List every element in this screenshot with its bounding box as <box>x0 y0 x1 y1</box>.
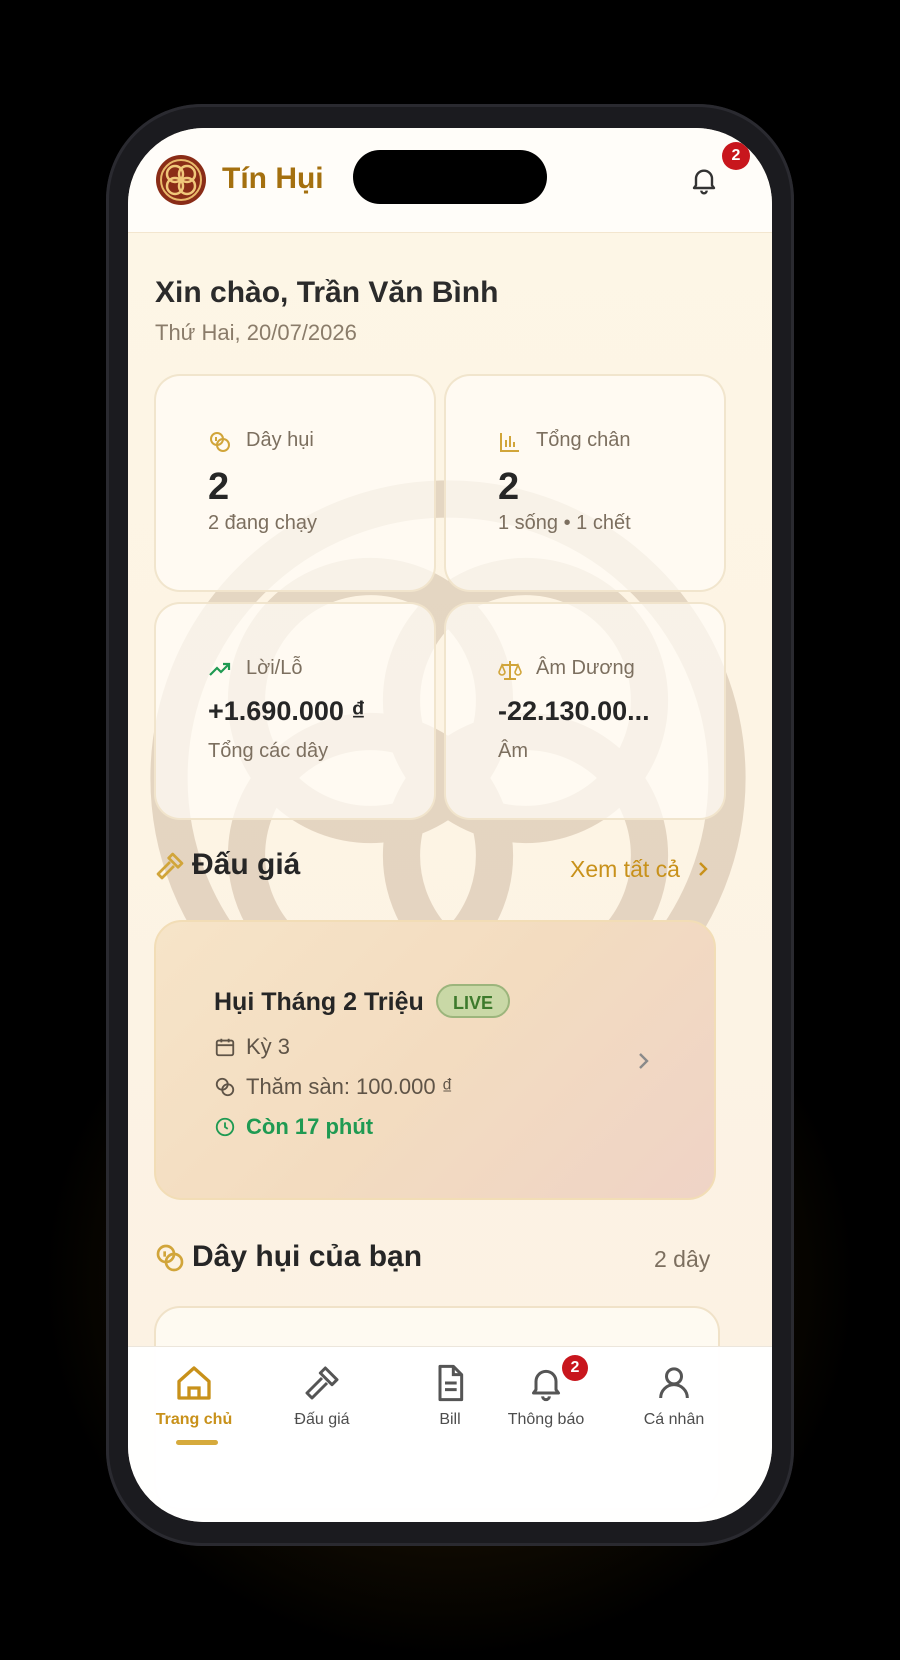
stat-value: +1.690.000 ₫ <box>208 696 366 726</box>
stat-card-balance[interactable]: Âm Dương -22.130.00... Âm <box>444 602 726 820</box>
stat-card-total-slots[interactable]: Tổng chân 2 1 sống • 1 chết <box>444 374 726 592</box>
coins-icon <box>156 1244 184 1272</box>
gavel-icon <box>156 852 184 880</box>
notification-badge: 2 <box>722 142 750 170</box>
my-groups-title: Dây hụi của bạn <box>192 1240 423 1273</box>
tab-profile[interactable]: Cá nhân <box>610 1347 738 1447</box>
stat-card-profit-loss[interactable]: Lời/Lỗ +1.690.000 ₫ Tổng các dây <box>154 602 436 820</box>
notification-bell-icon[interactable] <box>688 164 720 196</box>
bell-icon <box>532 1369 560 1402</box>
auction-section-title: Đấu giá <box>192 848 301 881</box>
calendar-icon <box>215 1038 235 1057</box>
live-badge: LIVE <box>436 984 510 1018</box>
home-icon <box>177 1366 211 1400</box>
auction-title: Hụi Tháng 2 Triệu <box>214 988 424 1016</box>
stat-subtext: Tổng các dây <box>208 740 329 762</box>
see-all-link[interactable]: Xem tất cả <box>570 856 680 883</box>
bar-chart-icon <box>500 433 519 452</box>
greeting-title: Xin chào, Trần Văn Bình <box>155 276 499 309</box>
document-icon <box>438 1364 464 1402</box>
active-tab-indicator <box>176 1440 218 1445</box>
chevron-right-icon[interactable] <box>695 856 713 882</box>
app-screen: Tín Hụi 2 Xin chào, Trần Văn Bình Thứ Ha… <box>128 128 772 1522</box>
tab-notifications[interactable]: 2 Thông báo <box>482 1347 610 1447</box>
stat-label: Âm Dương <box>536 657 635 679</box>
auction-floor-price: Thăm sàn: 100.000 ₫ <box>246 1074 453 1099</box>
notification-badge: 2 <box>562 1355 588 1381</box>
stat-label: Tổng chân <box>536 429 631 451</box>
tab-auction[interactable]: Đấu giá <box>258 1347 386 1447</box>
stat-label: Dây hụi <box>246 429 314 451</box>
clock-icon <box>215 1117 235 1137</box>
bottom-tab-bar: Trang chủ Đấu giá Bill 2 Thông báo Cá nh… <box>128 1346 772 1522</box>
brand-name: Tín Hụi <box>222 162 324 195</box>
auction-time-left: Còn 17 phút <box>246 1114 374 1139</box>
auction-period: Kỳ 3 <box>246 1034 291 1059</box>
stat-value: 2 <box>498 466 520 508</box>
tab-label: Cá nhân <box>643 1411 705 1428</box>
coins-icon <box>210 432 230 452</box>
greeting-date: Thứ Hai, 20/07/2026 <box>155 320 357 345</box>
tab-home[interactable]: Trang chủ <box>130 1347 258 1447</box>
trend-up-icon <box>209 662 231 676</box>
chevron-right-icon <box>639 1053 649 1069</box>
tab-label: Thông báo <box>507 1411 585 1428</box>
stat-value: 2 <box>208 466 230 508</box>
tab-label: Trang chủ <box>155 1411 233 1428</box>
auction-card[interactable]: Hụi Tháng 2 Triệu LIVE Kỳ 3 Thăm sàn: 10… <box>154 920 716 1200</box>
dynamic-island <box>353 150 547 204</box>
tab-label: Đấu giá <box>294 1411 350 1428</box>
user-icon <box>659 1367 689 1399</box>
stat-value: -22.130.00... <box>498 696 650 726</box>
my-groups-count: 2 dây <box>654 1246 711 1272</box>
brand-logo-icon <box>156 155 206 205</box>
scale-icon <box>498 661 522 680</box>
stat-card-groups[interactable]: Dây hụi 2 2 đang chạy <box>154 374 436 592</box>
stat-subtext: 1 sống • 1 chết <box>498 512 631 534</box>
stat-subtext: Âm <box>498 740 528 762</box>
gavel-icon <box>305 1366 339 1400</box>
coins-icon <box>215 1077 235 1097</box>
stat-label: Lời/Lỗ <box>246 657 303 679</box>
stat-subtext: 2 đang chạy <box>208 512 317 534</box>
